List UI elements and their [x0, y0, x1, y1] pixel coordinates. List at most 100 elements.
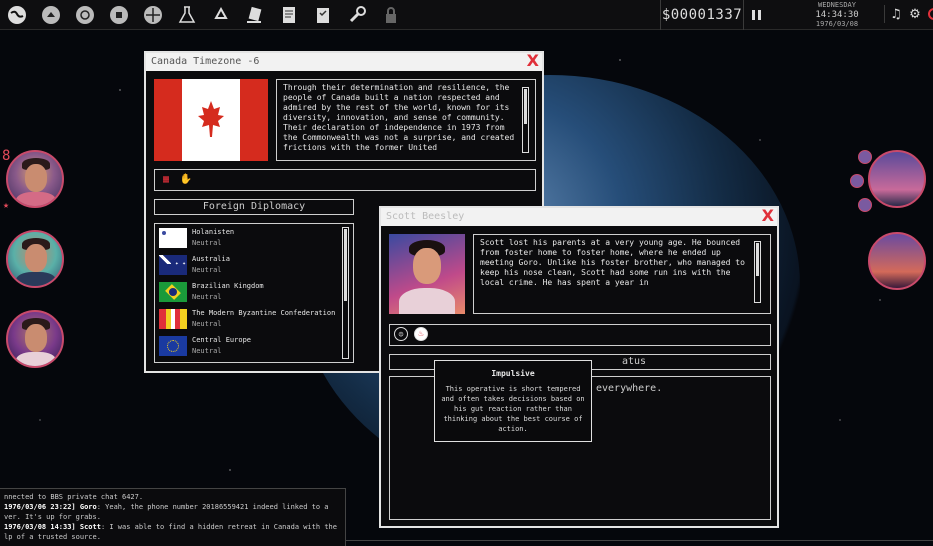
radar-globe-icon[interactable]: [72, 2, 98, 28]
location-portrait-city[interactable]: [868, 150, 926, 208]
satellite-globe-icon[interactable]: [106, 2, 132, 28]
flag-cross: [171, 308, 175, 329]
chat-line: ver. It's up for grabs.: [4, 513, 101, 521]
flag-union-jack: [159, 254, 171, 264]
portrait-body: [16, 272, 56, 286]
foreign-diplomacy-header: Foreign Diplomacy: [154, 199, 354, 215]
settings-gear-icon[interactable]: ⚙: [908, 5, 922, 23]
agent-portrait-large: [389, 234, 465, 314]
factory-icon[interactable]: ▦: [159, 172, 173, 186]
list-item-text: Brazilian Kingdom Neutral: [192, 281, 264, 303]
list-item[interactable]: Holanisten Neutral: [155, 224, 353, 251]
country-traits-row: ▦ ✋: [154, 169, 536, 191]
close-icon[interactable]: X: [762, 207, 774, 225]
portrait-face: [25, 244, 47, 272]
pause-bar-right: [758, 10, 761, 20]
pause-bar-left: [752, 10, 755, 20]
flag-stars: ✦ ✦: [175, 259, 186, 267]
central-europe-flag: [159, 335, 187, 356]
handshake-icon[interactable]: ✋: [179, 172, 193, 186]
window-title: Canada Timezone -6: [151, 56, 260, 67]
top-toolbar: $00001337 WEDNESDAY 14:34:30 1976/03/08 …: [0, 0, 933, 30]
diplomacy-list[interactable]: Holanisten Neutral ✦ ✦ Australia Neutral B…: [154, 223, 354, 363]
wrench-icon[interactable]: [344, 2, 370, 28]
country-name: Central Europe: [192, 335, 252, 344]
relation-status: Neutral: [192, 319, 222, 328]
country-name: Brazilian Kingdom: [192, 281, 264, 290]
list-item[interactable]: Brazilian Kingdom Neutral: [155, 278, 353, 305]
mask-icon[interactable]: ☺: [394, 327, 408, 341]
exit-icon[interactable]: [927, 5, 933, 23]
recycle-icon[interactable]: [208, 2, 234, 28]
country-description-panel: Through their determination and resilien…: [276, 79, 536, 161]
star-icon: ★: [3, 200, 10, 211]
money-counter: $00001337: [660, 0, 744, 30]
flag-star-ring: [167, 339, 179, 352]
agent-portrait-goro[interactable]: [6, 150, 64, 208]
agent-traits-row: ☺ ♨: [389, 324, 771, 346]
music-icon[interactable]: ♫: [889, 5, 903, 23]
agent-count-badge: 8: [2, 148, 11, 164]
tooltip-title: Impulsive: [491, 369, 535, 378]
description-scrollbar[interactable]: [522, 87, 529, 153]
chat-author: Goro: [79, 503, 97, 511]
chat-line: 1976/03/08 14:33] Scott: I was able to f…: [4, 522, 341, 532]
maple-leaf-icon: [198, 101, 224, 137]
mini-portrait-2[interactable]: [850, 174, 864, 188]
agent-bio-panel: Scott lost his parents at a very young a…: [473, 234, 771, 314]
pause-button[interactable]: [752, 6, 768, 24]
document-icon[interactable]: [276, 2, 302, 28]
globe-icon[interactable]: [4, 2, 30, 28]
location-portrait-van[interactable]: [868, 232, 926, 290]
status-text: everywhere.: [596, 383, 663, 394]
list-item-text: The Modern Byzantine Confederation Neutra…: [192, 308, 335, 330]
portrait-body: [16, 192, 56, 206]
agent-bio: Scott lost his parents at a very young a…: [480, 238, 745, 287]
clipboard-icon[interactable]: [310, 2, 336, 28]
lock-icon[interactable]: [378, 2, 404, 28]
mini-portrait-3[interactable]: [858, 198, 872, 212]
toolbar-right: ♫ ⚙: [884, 5, 933, 23]
chat-message: : Yeah, the phone number 20186559421 ind…: [96, 503, 329, 511]
chat-timestamp: 1976/03/08 14:33]: [4, 523, 76, 531]
home-globe-icon[interactable]: [38, 2, 64, 28]
agent-portrait-scott[interactable]: [6, 310, 64, 368]
bbs-chat-log[interactable]: nnected to BBS private chat 6427. 1976/0…: [0, 488, 346, 546]
chat-author: Scott: [79, 523, 101, 531]
holanisten-flag: [159, 227, 187, 248]
chat-line: nnected to BBS private chat 6427.: [4, 493, 144, 501]
divider: [346, 540, 933, 541]
bio-scrollbar[interactable]: [754, 241, 761, 303]
portrait-face: [25, 164, 47, 192]
trait-tooltip: Impulsive This operative is short temper…: [434, 360, 592, 442]
byzantine-flag: [159, 308, 187, 329]
relation-status: Neutral: [192, 238, 222, 247]
window-title-bar[interactable]: Canada Timezone -6 X: [146, 52, 542, 71]
country-description: Through their determination and resilien…: [283, 83, 515, 152]
impulsive-flame-icon[interactable]: ♨: [414, 327, 428, 341]
relation-status: Neutral: [192, 292, 222, 301]
flask-icon[interactable]: [174, 2, 200, 28]
list-item-text: Australia Neutral: [192, 254, 230, 276]
globe-network-icon[interactable]: [140, 2, 166, 28]
portrait-face: [25, 324, 47, 352]
mini-portrait-1[interactable]: [858, 150, 872, 164]
relation-status: Neutral: [192, 265, 222, 274]
list-item[interactable]: Central Europe Neutral: [155, 332, 353, 359]
agent-portrait-2[interactable]: [6, 230, 64, 288]
close-icon[interactable]: X: [527, 52, 539, 70]
diplomacy-scrollbar[interactable]: [342, 227, 349, 359]
country-name: Holanisten: [192, 227, 235, 236]
chat-line: lp of a trusted source.: [4, 533, 101, 541]
window-title-bar[interactable]: Scott Beesley X: [381, 207, 777, 226]
list-item[interactable]: ✦ ✦ Australia Neutral: [155, 251, 353, 278]
status-header-text: atus: [622, 356, 647, 367]
list-item-text: Holanisten Neutral: [192, 227, 234, 249]
list-item-text: Central Europe Neutral: [192, 335, 251, 357]
list-item[interactable]: The Modern Byzantine Confederation Neutra…: [155, 305, 353, 332]
clock-time: 14:34:30: [815, 10, 859, 20]
tooltip-body: This operative is short tempered and oft…: [441, 385, 585, 433]
hand-card-icon[interactable]: [242, 2, 268, 28]
flag-band-left: [154, 79, 182, 161]
window-title: Scott Beesley: [386, 211, 465, 222]
